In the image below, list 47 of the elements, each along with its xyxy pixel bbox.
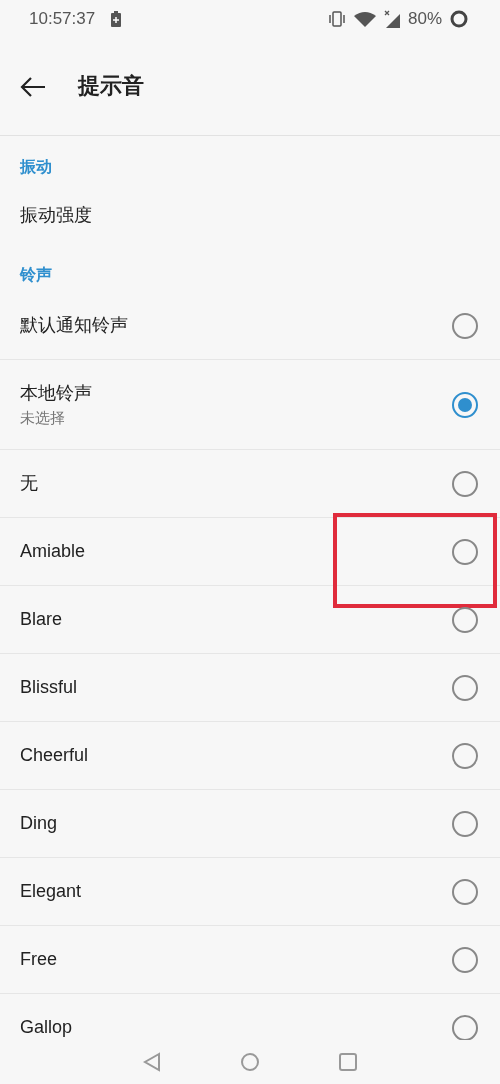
item-title: Blare [20,608,63,631]
battery-charging-icon [111,11,122,27]
item-title: Cheerful [20,744,89,767]
item-title: 本地铃声 [20,381,92,405]
item-title: Blissful [20,676,77,699]
item-subtitle: 未选择 [20,407,66,428]
list-item[interactable]: Amiable [0,518,500,586]
home-icon[interactable] [240,1052,260,1072]
item-title: Free [20,948,57,971]
radio-button[interactable] [452,742,478,769]
item-title: Elegant [20,880,82,903]
radio-button[interactable] [452,878,478,905]
battery-percent: 80% [407,8,442,31]
list-item[interactable]: Blissful [0,654,500,722]
page-title: 提示音 [78,73,144,100]
radio-button[interactable] [452,674,478,701]
radio-button[interactable] [452,810,478,837]
radio-button[interactable] [452,538,478,565]
settings-item[interactable]: 振动强度 [20,201,92,229]
list-item[interactable]: Elegant [0,858,500,926]
radio-button[interactable] [452,606,478,633]
recents-icon[interactable] [338,1052,358,1072]
battery-ring-icon [450,10,468,28]
vibrate-icon [327,11,346,27]
list-item[interactable]: Blare [0,586,500,654]
list-item[interactable]: Cheerful [0,722,500,790]
item-title: Gallop [20,1016,73,1039]
radio-button[interactable] [452,470,478,497]
item-title: Amiable [20,540,86,563]
back-icon[interactable] [142,1052,162,1072]
radio-button[interactable] [452,312,478,339]
radio-button[interactable] [452,946,478,973]
list-item[interactable]: Free [0,926,500,994]
radio-button[interactable] [452,391,478,418]
status-time: 10:57:37 [29,8,96,31]
list-item[interactable]: 无 [0,450,500,518]
back-arrow-icon[interactable] [20,76,46,97]
signal-icon [383,10,400,28]
wifi-icon [353,11,376,27]
list-item[interactable]: 默认通知铃声 [0,292,500,360]
item-title: 无 [20,472,38,495]
list-item[interactable]: 本地铃声 未选择 [0,360,500,450]
item-title: 默认通知铃声 [20,314,128,337]
list-item[interactable]: Ding [0,790,500,858]
item-title: Ding [20,812,58,835]
section-header: 振动 [18,157,53,177]
section-header: 铃声 [18,265,53,285]
